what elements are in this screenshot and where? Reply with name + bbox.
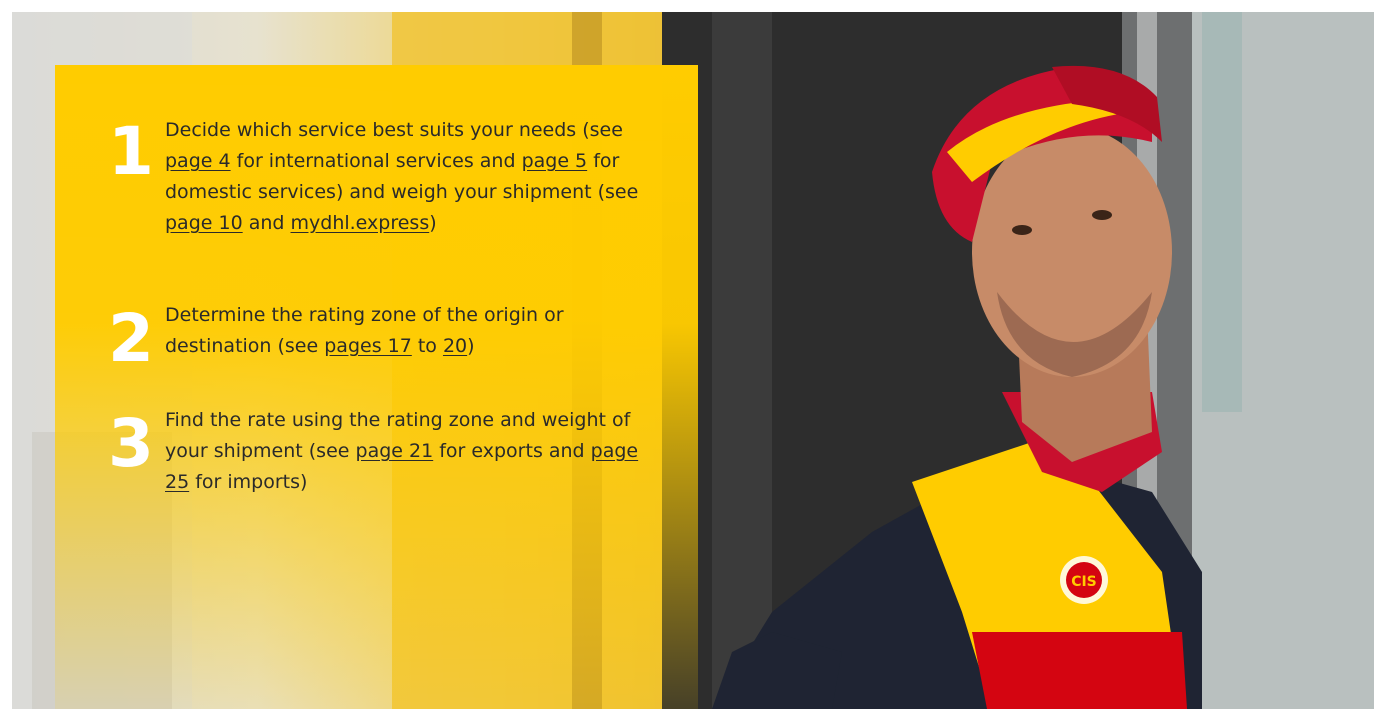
link-page-4[interactable]: page 4 xyxy=(165,150,231,172)
step-1-text-part: Decide which service best suits your nee… xyxy=(165,119,623,141)
page: CIS 1 Decide which service best suits yo… xyxy=(0,0,1374,709)
link-pages-17[interactable]: pages 17 xyxy=(324,335,412,357)
step-3-text-part: for exports and xyxy=(433,440,591,462)
link-page-20[interactable]: 20 xyxy=(443,335,467,357)
step-2-text-part: ) xyxy=(467,335,475,357)
badge-text: CIS xyxy=(1071,574,1097,590)
step-2-text-part: to xyxy=(411,335,443,357)
link-page-21[interactable]: page 21 xyxy=(356,440,434,462)
step-number-2: 2 xyxy=(108,300,154,377)
step-2-text: Determine the rating zone of the origin … xyxy=(165,300,665,362)
step-1-text: Decide which service best suits your nee… xyxy=(165,115,665,239)
step-number-1: 1 xyxy=(108,113,154,190)
step-1-text-part: and xyxy=(242,212,291,234)
step-3-text-part: for imports) xyxy=(189,471,308,493)
step-number-3: 3 xyxy=(108,405,154,482)
link-page-10[interactable]: page 10 xyxy=(165,212,243,234)
step-1-text-part: ) xyxy=(429,212,437,234)
link-mydhl-express[interactable]: mydhl.express xyxy=(291,212,430,234)
step-1-text-part: for international services and xyxy=(230,150,522,172)
link-page-5[interactable]: page 5 xyxy=(522,150,588,172)
step-3-text: Find the rate using the rating zone and … xyxy=(165,405,665,498)
